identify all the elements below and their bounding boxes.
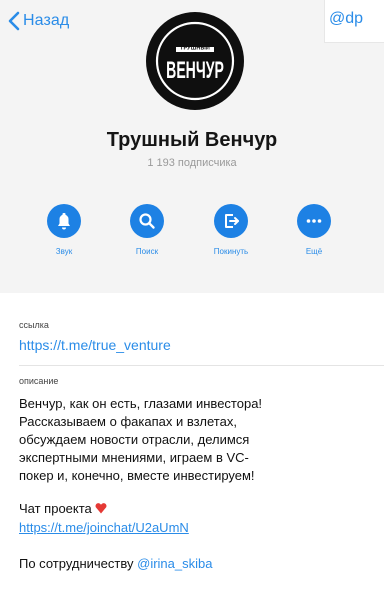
chat-link[interactable]: https://t.me/joinchat/U2aUmN bbox=[19, 520, 189, 535]
leave-button-circle bbox=[214, 204, 248, 238]
link-label: ссылка bbox=[19, 320, 49, 330]
search-button-circle bbox=[130, 204, 164, 238]
description-line: покер и, конечно, вместе инвестируем! bbox=[19, 468, 255, 483]
leave-button-label: Покинуть bbox=[213, 247, 249, 256]
channel-logo: ТРУШНЫЙ ВЕНЧУР bbox=[155, 21, 235, 101]
channel-header: Назад @dp ТРУШНЫЙ ВЕНЧУР Трушный Венчур … bbox=[0, 0, 384, 293]
channel-info-screen: Назад @dp ТРУШНЫЙ ВЕНЧУР Трушный Венчур … bbox=[0, 0, 384, 603]
description-label: описание bbox=[19, 376, 59, 386]
collaboration-handle-link[interactable]: @irina_skiba bbox=[137, 556, 212, 571]
chevron-left-icon bbox=[8, 11, 20, 31]
svg-text:ТРУШНЫЙ: ТРУШНЫЙ bbox=[180, 44, 210, 52]
search-icon bbox=[139, 213, 155, 229]
channel-avatar[interactable]: ТРУШНЫЙ ВЕНЧУР bbox=[146, 12, 244, 110]
overlapping-card-handle: @dp bbox=[329, 10, 364, 27]
search-button-label: Поиск bbox=[135, 247, 159, 256]
channel-info: ссылка https://t.me/true_venture описани… bbox=[0, 307, 384, 603]
sound-button-circle bbox=[47, 204, 81, 238]
action-bar: Звук Поиск Покинуть Ещё bbox=[0, 204, 384, 264]
channel-link[interactable]: https://t.me/true_venture bbox=[19, 337, 171, 353]
collaboration-line: По сотрудничеству @irina_skiba bbox=[19, 556, 212, 571]
heart-icon bbox=[95, 503, 107, 514]
back-button[interactable]: Назад bbox=[8, 9, 69, 33]
description-line: обсуждаем новости отрасли, делимся bbox=[19, 432, 250, 447]
subscriber-count: 1 193 подписчика bbox=[147, 157, 237, 169]
sound-button-label: Звук bbox=[55, 247, 73, 256]
channel-title: Трушный Венчур bbox=[106, 129, 278, 151]
divider bbox=[19, 365, 384, 366]
chat-line: Чат проекта bbox=[19, 501, 107, 516]
back-label: Назад bbox=[23, 12, 70, 29]
leave-icon bbox=[225, 214, 239, 228]
description-line: Рассказываем о факапах и взлетах, bbox=[19, 414, 237, 429]
description-line: Венчур, как он есть, глазами инвестора! bbox=[19, 396, 263, 411]
collaboration-label: По сотрудничеству bbox=[19, 556, 134, 571]
more-button-circle bbox=[297, 204, 331, 238]
bell-icon bbox=[58, 213, 70, 230]
description-line: экспертными мнениями, играем в VC- bbox=[19, 450, 249, 465]
more-button-label: Ещё bbox=[305, 247, 323, 256]
svg-text:ВЕНЧУР: ВЕНЧУР bbox=[166, 58, 224, 85]
more-icon bbox=[306, 219, 322, 223]
description-text: Венчур, как он есть, глазами инвестора! … bbox=[19, 395, 375, 485]
overlapping-card: @dp bbox=[324, 0, 384, 43]
chat-label: Чат проекта bbox=[19, 501, 92, 516]
